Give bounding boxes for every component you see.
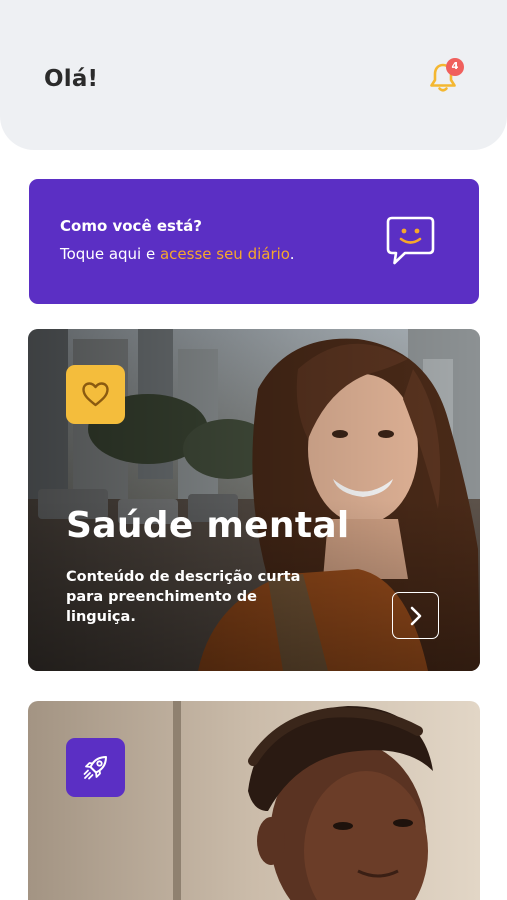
diary-card-title: Como você está? (60, 217, 202, 235)
mental-health-card[interactable]: Saúde mental Conteúdo de descrição curta… (28, 329, 480, 671)
greeting-title: Olá! (44, 66, 99, 92)
mental-health-description: Conteúdo de descrição curta para preench… (66, 569, 301, 625)
diary-link[interactable]: acesse seu diário (160, 245, 290, 263)
heart-icon (82, 382, 109, 407)
header: Olá! 4 (0, 0, 507, 150)
app-screen: Olá! 4 Como você está? Toque aqui e aces… (0, 0, 507, 900)
diary-card-text-suffix: . (289, 245, 295, 263)
open-mental-health-button[interactable] (392, 592, 439, 639)
notifications-button[interactable]: 4 (428, 58, 464, 96)
chevron-right-icon (410, 606, 422, 626)
second-category-card[interactable] (28, 701, 480, 900)
rocket-icon (83, 756, 107, 780)
young-man-photo (28, 701, 480, 900)
notification-badge: 4 (446, 58, 464, 76)
smiley-chat-icon (386, 216, 435, 265)
diary-card-text-prefix: Toque aqui e (60, 245, 160, 263)
diary-card-text: Toque aqui e acesse seu diário. (60, 245, 295, 263)
mental-health-title: Saúde mental (66, 505, 350, 546)
second-category-icon (66, 738, 125, 797)
diary-card[interactable]: Como você está? Toque aqui e acesse seu … (29, 179, 479, 304)
mental-health-category-icon (66, 365, 125, 424)
